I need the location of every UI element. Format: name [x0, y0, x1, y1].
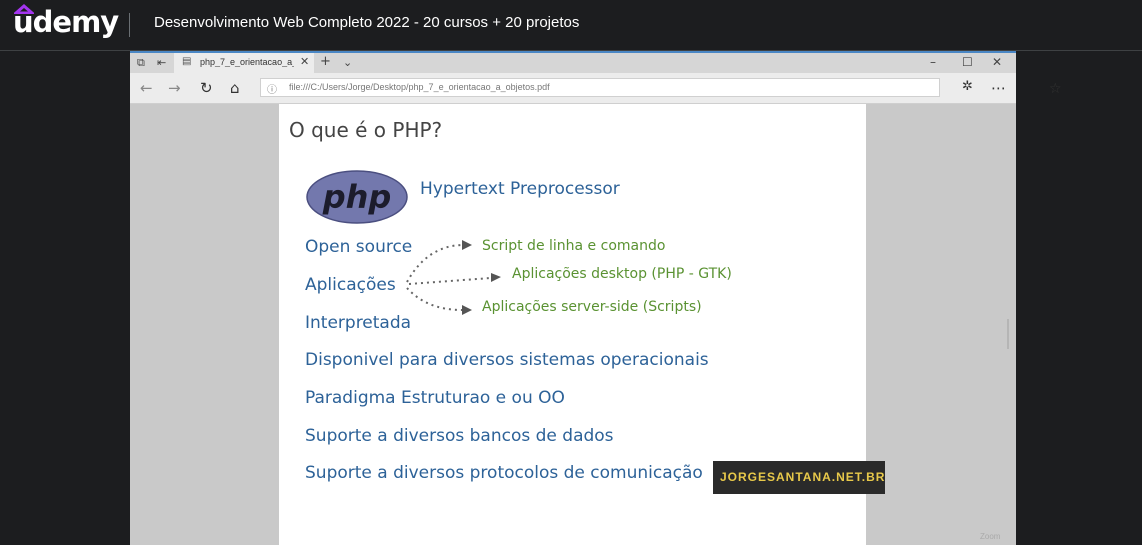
php-full-name: Hypertext Preprocessor [420, 179, 620, 199]
maximize-icon[interactable]: ☐ [962, 55, 973, 69]
watermark: JORGESANTANA.NET.BR [713, 461, 885, 494]
top-bar: udemy Desenvolvimento Web Completo 2022 … [0, 0, 1142, 51]
info-icon: ⓘ [267, 85, 277, 96]
feature-bancos: Suporte a diversos bancos de dados [305, 426, 614, 446]
feature-sistemas: Disponivel para diversos sistemas operac… [305, 350, 709, 370]
pdf-scrollbar[interactable] [1007, 319, 1009, 349]
watermark-text: JORGESANTANA.NET.BR [720, 470, 886, 484]
browser-tab-bar: ⧉ ⇤ ▤ php_7_e_orientacao_a_c ✕ + ⌄ – ☐ ✕ [130, 51, 1016, 73]
browser-nav-bar: ← → ↻ ⌂ ⓘ file:///C:/Users/Jorge/Desktop… [130, 73, 1062, 104]
address-text: file:///C:/Users/Jorge/Desktop/php_7_e_o… [289, 82, 550, 92]
chevron-down-icon[interactable]: ⌄ [343, 56, 352, 69]
close-window-icon[interactable]: ✕ [992, 55, 1002, 69]
forward-icon[interactable]: → [168, 79, 181, 97]
branch-desktop: Aplicações desktop (PHP - GTK) [512, 266, 732, 282]
tab-set-aside-icon[interactable]: ⧉ [137, 56, 145, 70]
more-icon[interactable]: ⋯ [991, 79, 1006, 97]
new-tab-icon[interactable]: + [320, 54, 331, 69]
feature-open-source: Open source [305, 237, 413, 257]
refresh-icon[interactable]: ↻ [200, 79, 213, 97]
branch-server-side: Aplicações server-side (Scripts) [482, 299, 702, 315]
feature-interpretada: Interpretada [305, 313, 412, 333]
course-title[interactable]: Desenvolvimento Web Completo 2022 - 20 c… [154, 14, 579, 31]
udemy-logo-text: udemy [13, 5, 119, 39]
branch-script: Script de linha e comando [482, 238, 666, 254]
header-divider [129, 13, 130, 37]
php-logo-text: php [322, 178, 392, 216]
tab-title: php_7_e_orientacao_a_c [200, 57, 294, 67]
pdf-zoom-hint[interactable]: Zoom [980, 532, 1000, 541]
video-player[interactable]: ⧉ ⇤ ▤ php_7_e_orientacao_a_c ✕ + ⌄ – ☐ ✕… [0, 51, 1142, 545]
feature-paradigma: Paradigma Estruturao e ou OO [305, 388, 565, 408]
feature-protocolos: Suporte a diversos protocolos de comunic… [305, 463, 703, 483]
home-icon[interactable]: ⌂ [230, 79, 240, 97]
pdf-icon: ▤ [182, 56, 192, 67]
star-icon[interactable]: ☆ [1049, 81, 1062, 97]
favorites-icon[interactable]: ✲ [962, 79, 973, 94]
feature-aplicacoes: Aplicações [305, 275, 396, 295]
close-icon[interactable]: ✕ [300, 55, 309, 68]
slide-title: O que é o PHP? [289, 118, 443, 142]
tabs-back-icon[interactable]: ⇤ [157, 56, 166, 69]
php-logo-icon: php [306, 170, 408, 224]
minimize-icon[interactable]: – [930, 55, 936, 69]
back-icon[interactable]: ← [140, 79, 153, 97]
address-bar[interactable]: ⓘ file:///C:/Users/Jorge/Desktop/php_7_e… [260, 78, 1062, 97]
browser-tab[interactable]: ▤ php_7_e_orientacao_a_c ✕ [174, 53, 314, 73]
